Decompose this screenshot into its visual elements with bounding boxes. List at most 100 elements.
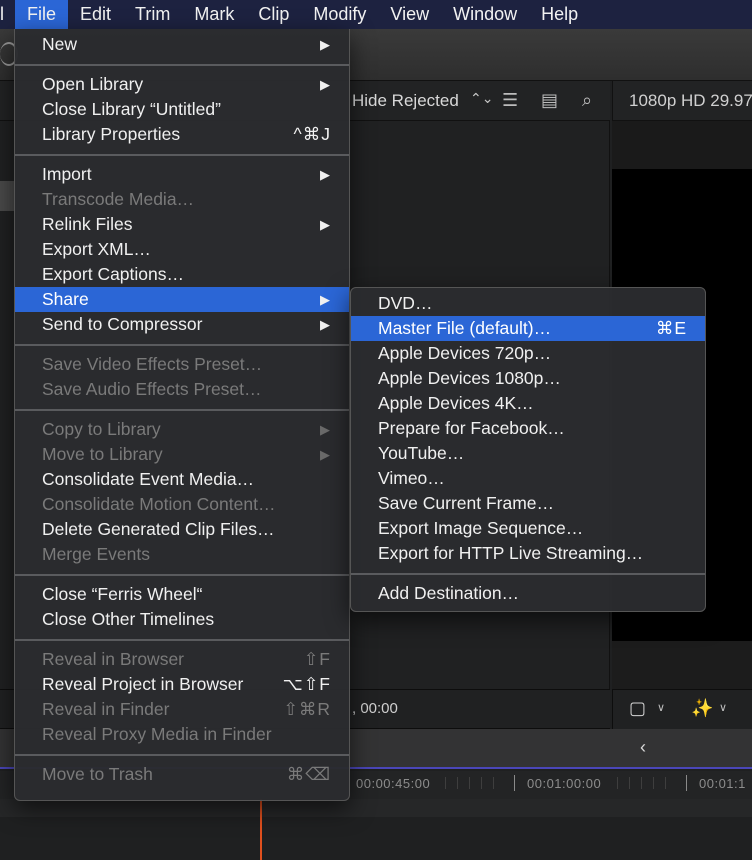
share-item-export-image-sequence[interactable]: Export Image Sequence… — [351, 516, 705, 541]
magic-wand-icon[interactable]: ✨ — [691, 698, 713, 719]
share-item-apple-devices-4k[interactable]: Apple Devices 4K… — [351, 391, 705, 416]
share-item-http-live-streaming[interactable]: Export for HTTP Live Streaming… — [351, 541, 705, 566]
chevron-down-icon[interactable]: ∨ — [657, 701, 665, 714]
submenu-arrow-icon: ▶ — [320, 422, 330, 437]
ruler-tick — [629, 777, 630, 789]
menu-item-label: Export Captions… — [42, 264, 185, 284]
menu-item-delete-generated-clip-files[interactable]: Delete Generated Clip Files… — [15, 517, 349, 542]
menu-item-close-other-timelines[interactable]: Close Other Timelines — [15, 607, 349, 632]
menu-item-label: YouTube… — [378, 443, 465, 463]
menu-item-close-project[interactable]: Close “Ferris Wheel“ — [15, 582, 349, 607]
share-item-vimeo[interactable]: Vimeo… — [351, 466, 705, 491]
share-item-apple-devices-1080p[interactable]: Apple Devices 1080p… — [351, 366, 705, 391]
menu-item-label: Import — [42, 164, 92, 184]
menubar-item-clip[interactable]: Clip — [246, 0, 301, 29]
menu-item-label: DVD… — [378, 293, 433, 313]
menubar-item-mark[interactable]: Mark — [182, 0, 246, 29]
menu-item-label: Reveal in Finder — [42, 699, 170, 719]
submenu-arrow-icon: ▶ — [320, 292, 330, 307]
menubar-item-help[interactable]: Help — [529, 0, 590, 29]
timeline-area — [0, 817, 752, 860]
share-item-add-destination[interactable]: Add Destination… — [351, 581, 705, 606]
submenu-arrow-icon: ▶ — [320, 37, 330, 52]
file-menu: New ▶ Open Library ▶ Close Library “Untitl… — [14, 29, 350, 801]
ruler-label: 00:00:45:00 — [356, 776, 431, 791]
shortcut-label: ⇧F — [303, 649, 331, 669]
menu-item-label: Copy to Library — [42, 419, 161, 439]
menu-item-label: Library Properties — [42, 124, 181, 144]
menubar-item-modify[interactable]: Modify — [301, 0, 378, 29]
share-item-youtube[interactable]: YouTube… — [351, 441, 705, 466]
menu-item-label: Close “Ferris Wheel“ — [42, 584, 203, 604]
menu-item-label: Move to Trash — [42, 764, 153, 784]
menubar-item-edit[interactable]: Edit — [68, 0, 123, 29]
share-item-facebook[interactable]: Prepare for Facebook… — [351, 416, 705, 441]
transform-icon[interactable]: ▢ — [629, 698, 646, 719]
menubar-item-window[interactable]: Window — [441, 0, 529, 29]
viewer-tools: ▢ ∨ ✨ ∨ — [612, 689, 752, 729]
shortcut-label: ⌥⇧F — [282, 674, 331, 694]
menu-item-label: Open Library — [42, 74, 144, 94]
list-view-icon[interactable]: ☰ — [502, 90, 518, 111]
search-icon[interactable]: ⌕ — [582, 90, 592, 111]
menu-item-label: Vimeo… — [378, 468, 445, 488]
menu-item-open-library[interactable]: Open Library ▶ — [15, 72, 349, 97]
ruler-tick — [469, 777, 470, 789]
menu-item-label: Export XML… — [42, 239, 151, 259]
menu-item-label: Close Library “Untitled” — [42, 99, 221, 119]
menu-item-label: Send to Compressor — [42, 314, 203, 334]
menu-item-export-xml[interactable]: Export XML… — [15, 237, 349, 262]
menubar-item-trim[interactable]: Trim — [123, 0, 182, 29]
menu-item-copy-to-library: Copy to Library ▶ — [15, 417, 349, 442]
menu-item-label: Delete Generated Clip Files… — [42, 519, 275, 539]
menu-separator — [15, 754, 349, 756]
submenu-arrow-icon: ▶ — [320, 77, 330, 92]
filmstrip-icon[interactable]: ▤ — [541, 90, 558, 111]
menu-item-label: Save Audio Effects Preset… — [42, 379, 262, 399]
share-item-master-file[interactable]: Master File (default)… ⌘E — [351, 316, 705, 341]
menubar-item-view[interactable]: View — [378, 0, 441, 29]
menu-item-close-library[interactable]: Close Library “Untitled” — [15, 97, 349, 122]
ruler-tick — [514, 775, 515, 791]
menubar-item-app[interactable]: l — [0, 0, 15, 29]
menu-item-relink-files[interactable]: Relink Files ▶ — [15, 212, 349, 237]
menu-item-label: Export for HTTP Live Streaming… — [378, 543, 644, 563]
chevron-left-icon[interactable]: ‹ — [640, 737, 646, 758]
menubar-item-file[interactable]: File — [15, 0, 69, 29]
viewer-bottom-area — [612, 641, 752, 689]
menu-separator — [15, 639, 349, 641]
share-item-dvd[interactable]: DVD… — [351, 291, 705, 316]
menu-item-label: Reveal Proxy Media in Finder — [42, 724, 272, 744]
menu-item-library-properties[interactable]: Library Properties ^⌘J — [15, 122, 349, 147]
menu-item-label: Export Image Sequence… — [378, 518, 584, 538]
playhead[interactable] — [260, 799, 262, 860]
chevron-down-icon[interactable]: ∨ — [719, 701, 727, 714]
share-item-save-current-frame[interactable]: Save Current Frame… — [351, 491, 705, 516]
menu-item-transcode-media: Transcode Media… — [15, 187, 349, 212]
ruler-tick — [481, 777, 482, 789]
menu-item-label: Save Current Frame… — [378, 493, 555, 513]
menu-item-label: Apple Devices 1080p… — [378, 368, 561, 388]
viewer-format-label: 1080p HD 29.97 — [629, 91, 752, 110]
menu-item-label: Consolidate Motion Content… — [42, 494, 276, 514]
submenu-arrow-icon: ▶ — [320, 217, 330, 232]
ruler-tick — [617, 777, 618, 789]
clip-filter-popup[interactable]: Hide Rejected — [352, 91, 459, 111]
ruler-tick — [445, 777, 446, 789]
menu-item-save-video-effects-preset: Save Video Effects Preset… — [15, 352, 349, 377]
menu-item-import[interactable]: Import ▶ — [15, 162, 349, 187]
ruler-tick — [665, 777, 666, 789]
menu-item-consolidate-event-media[interactable]: Consolidate Event Media… — [15, 467, 349, 492]
menu-separator — [15, 154, 349, 156]
sidebar-selection — [0, 181, 15, 211]
share-item-apple-devices-720p[interactable]: Apple Devices 720p… — [351, 341, 705, 366]
menu-item-label: Prepare for Facebook… — [378, 418, 565, 438]
menu-item-export-captions[interactable]: Export Captions… — [15, 262, 349, 287]
menu-item-new[interactable]: New ▶ — [15, 32, 349, 57]
menu-item-send-to-compressor[interactable]: Send to Compressor ▶ — [15, 312, 349, 337]
menu-item-reveal-project-in-browser[interactable]: Reveal Project in Browser ⌥⇧F — [15, 672, 349, 697]
menu-item-save-audio-effects-preset: Save Audio Effects Preset… — [15, 377, 349, 402]
menu-item-merge-events: Merge Events — [15, 542, 349, 567]
menu-item-share[interactable]: Share ▶ — [15, 287, 349, 312]
ruler-label: 00:01:1 — [699, 776, 746, 791]
